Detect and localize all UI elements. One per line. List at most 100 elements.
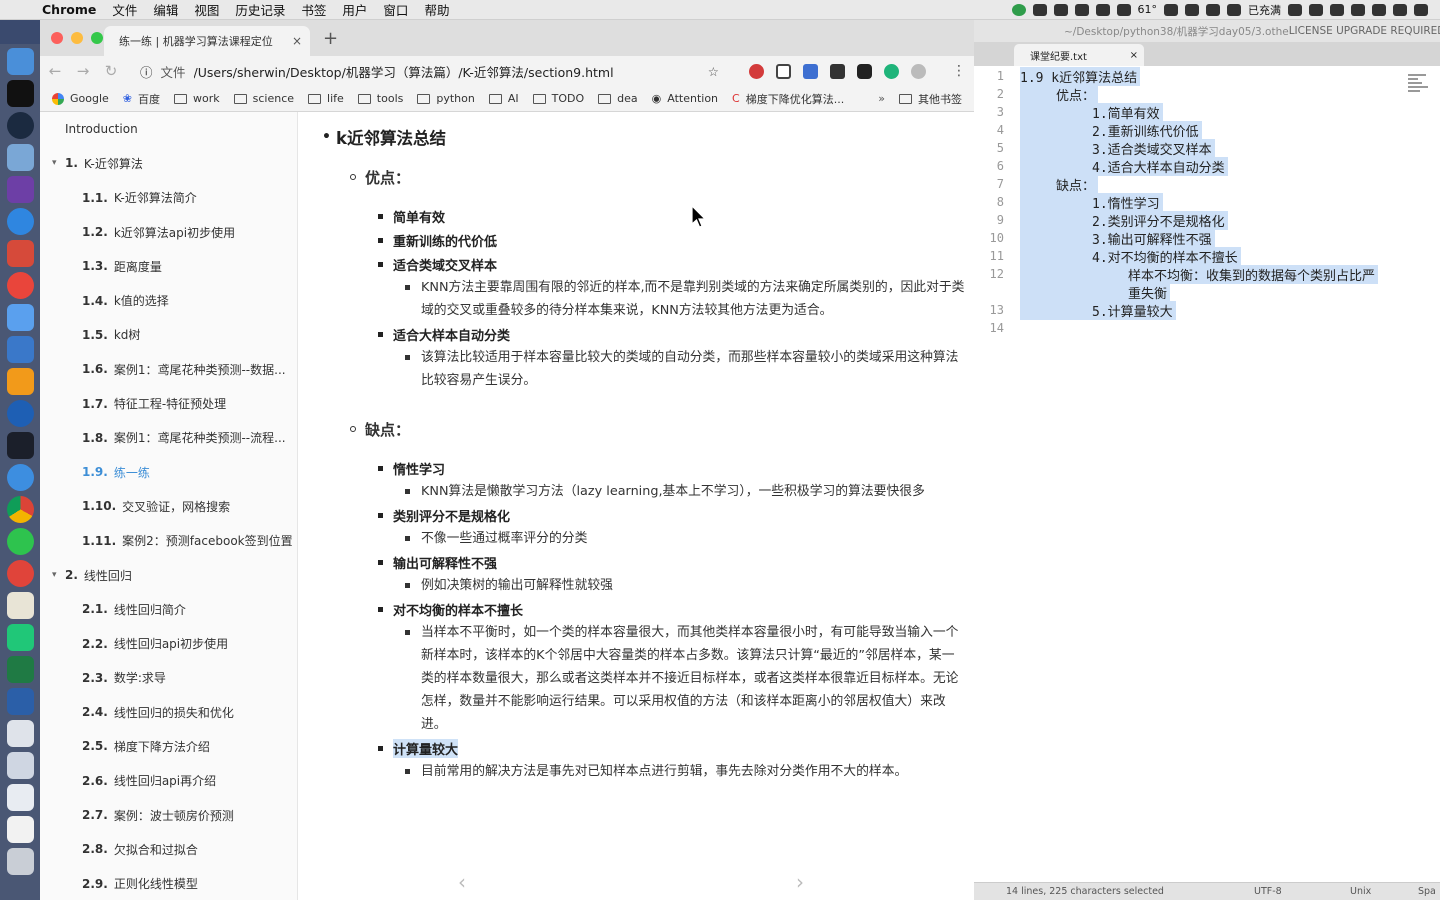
bookmark-status-icon[interactable] bbox=[1185, 3, 1199, 16]
toc-item[interactable]: 1.3. 距离度量 bbox=[40, 249, 297, 283]
activity-monitor-icon[interactable] bbox=[6, 432, 34, 459]
chevron-down-icon[interactable]: ▾ bbox=[52, 570, 65, 580]
safari-icon[interactable] bbox=[6, 464, 34, 491]
screen-capture-icon[interactable] bbox=[6, 752, 34, 779]
toc-item[interactable]: 1.2. k近邻算法api初步使用 bbox=[40, 215, 297, 249]
bookmark-folder-work[interactable]: work bbox=[174, 92, 220, 105]
toc-item[interactable]: 2.3. 数学:求导 bbox=[40, 661, 297, 695]
editor-tab-close-icon[interactable]: × bbox=[1130, 50, 1144, 61]
toc-item[interactable]: 1.8. 案例1：鸢尾花种类预测--流程... bbox=[40, 421, 297, 455]
onenote-icon[interactable] bbox=[6, 176, 34, 203]
x-extension-icon[interactable] bbox=[830, 63, 845, 79]
toc-item[interactable]: 1.11. 案例2：预测facebook签到位置 bbox=[40, 524, 297, 558]
new-tab-button[interactable]: + bbox=[323, 28, 338, 49]
bookmark-baidu[interactable]: ❀ 百度 bbox=[123, 91, 160, 107]
network-meter-icon[interactable] bbox=[1164, 3, 1178, 16]
bookmark-folder-tools[interactable]: tools bbox=[357, 92, 403, 105]
toc-chapter[interactable]: ▾ 1. K-近邻算法 bbox=[40, 146, 297, 180]
toc-introduction[interactable]: Introduction bbox=[40, 112, 297, 146]
launchpad-icon[interactable] bbox=[6, 112, 34, 139]
wechat-icon[interactable] bbox=[6, 528, 34, 555]
bookmark-star-icon[interactable]: ☆ bbox=[708, 64, 719, 79]
search-icon[interactable] bbox=[1330, 3, 1344, 16]
finder-icon[interactable] bbox=[6, 48, 34, 75]
chrome-icon[interactable] bbox=[6, 496, 34, 523]
store-extension-icon[interactable] bbox=[857, 63, 872, 79]
toc-item[interactable]: 1.6. 案例1：鸢尾花种类预测--数据... bbox=[40, 352, 297, 386]
volume-icon[interactable] bbox=[1393, 3, 1407, 16]
pycharm-icon[interactable] bbox=[6, 624, 34, 651]
browser-tab[interactable]: 练一练 | 机器学习算法课程定位 × bbox=[104, 26, 310, 56]
minimap[interactable] bbox=[1408, 72, 1430, 100]
sync-icon[interactable] bbox=[1074, 3, 1089, 16]
chevron-down-icon[interactable]: ▾ bbox=[52, 158, 65, 168]
bookmark-extension-icon[interactable] bbox=[776, 63, 791, 79]
send-icon[interactable] bbox=[1116, 3, 1131, 16]
terminal-icon[interactable] bbox=[6, 80, 34, 107]
toc-item[interactable]: 1.9. 练一练 bbox=[40, 455, 297, 489]
prev-page-icon[interactable]: ‹ bbox=[458, 870, 466, 894]
notification-center-icon[interactable] bbox=[1414, 3, 1428, 16]
keyboard-icon[interactable] bbox=[1309, 3, 1323, 16]
url-text[interactable]: /Users/sherwin/Desktop/机器学习（算法篇）/K-近邻算法/… bbox=[194, 62, 700, 81]
word-icon[interactable] bbox=[6, 688, 34, 715]
address-bar[interactable]: ⓘ 文件 /Users/sherwin/Desktop/机器学习（算法篇）/K-… bbox=[132, 59, 727, 83]
app-status-icon[interactable] bbox=[1032, 3, 1047, 16]
menu-view[interactable]: 视图 bbox=[186, 0, 227, 19]
toc-item[interactable]: 1.5. kd树 bbox=[40, 318, 297, 352]
notes-icon[interactable] bbox=[6, 592, 34, 619]
menu-user[interactable]: 用户 bbox=[334, 0, 375, 19]
next-page-icon[interactable]: › bbox=[796, 870, 804, 894]
toc-item[interactable]: 2.8. 欠拟合和过拟合 bbox=[40, 832, 297, 866]
close-window-icon[interactable] bbox=[51, 32, 63, 44]
menu-history[interactable]: 历史记录 bbox=[227, 0, 293, 19]
menu-window[interactable]: 窗口 bbox=[375, 0, 416, 19]
toc-chapter[interactable]: ▾ 2. 线性回归 bbox=[40, 558, 297, 592]
editor-tab[interactable]: 课堂纪要.txt × bbox=[1014, 44, 1144, 66]
upload-icon[interactable] bbox=[1011, 3, 1026, 16]
profile-avatar[interactable] bbox=[911, 63, 926, 79]
browser-icon[interactable] bbox=[6, 208, 34, 235]
menu-help[interactable]: 帮助 bbox=[416, 0, 457, 19]
monitor-icon[interactable] bbox=[1206, 3, 1220, 16]
bookmark-google[interactable]: Google bbox=[52, 92, 109, 105]
toc-item[interactable]: 2.1. 线性回归简介 bbox=[40, 592, 297, 626]
siri-icon[interactable] bbox=[1351, 3, 1365, 16]
preview-icon[interactable] bbox=[6, 144, 34, 171]
line-endings-status[interactable]: Unix bbox=[1350, 886, 1371, 897]
forward-icon[interactable]: → bbox=[76, 62, 90, 80]
toc-item[interactable]: 1.10. 交叉验证，网格搜索 bbox=[40, 489, 297, 523]
toc-item[interactable]: 2.6. 线性回归api再介绍 bbox=[40, 764, 297, 798]
trash-icon[interactable] bbox=[6, 848, 34, 875]
toc-item[interactable]: 1.1. K-近邻算法简介 bbox=[40, 181, 297, 215]
quicktime-icon[interactable] bbox=[6, 400, 34, 427]
bookmark-folder-science[interactable]: science bbox=[233, 92, 294, 105]
app-screen-icon[interactable] bbox=[6, 336, 34, 363]
zoom-window-icon[interactable] bbox=[91, 32, 103, 44]
menu-bookmarks[interactable]: 书签 bbox=[293, 0, 334, 19]
syntax-status[interactable]: Spa bbox=[1418, 886, 1436, 897]
wechat-status-icon[interactable] bbox=[1288, 3, 1302, 16]
battery-status[interactable]: 已充满 bbox=[1248, 2, 1281, 18]
menu-edit[interactable]: 编辑 bbox=[145, 0, 186, 19]
bookmark-folder-dea[interactable]: dea bbox=[598, 92, 638, 105]
window-icon[interactable] bbox=[6, 784, 34, 811]
encoding-status[interactable]: UTF-8 bbox=[1254, 886, 1282, 897]
wifi-icon[interactable] bbox=[1372, 3, 1386, 16]
toc-item[interactable]: 2.4. 线性回归的损失和优化 bbox=[40, 695, 297, 729]
tab-close-icon[interactable]: × bbox=[292, 34, 302, 48]
reload-icon[interactable]: ↻ bbox=[104, 62, 118, 80]
chrome-menu-icon[interactable]: ⋮ bbox=[952, 63, 966, 79]
bookmark-folder-python[interactable]: python bbox=[417, 92, 475, 105]
license-notice[interactable]: LICENSE UPGRADE REQUIRED bbox=[1289, 25, 1440, 37]
toc-item[interactable]: 1.7. 特征工程-特征预处理 bbox=[40, 386, 297, 420]
toc-item[interactable]: 2.5. 梯度下降方法介绍 bbox=[40, 729, 297, 763]
back-icon[interactable]: ← bbox=[48, 62, 62, 80]
weibo-icon[interactable] bbox=[6, 272, 34, 299]
other-bookmarks[interactable]: 其他书签 bbox=[899, 91, 962, 107]
document-icon[interactable] bbox=[6, 720, 34, 747]
grid-icon[interactable] bbox=[1095, 3, 1110, 16]
app-red-icon[interactable] bbox=[6, 240, 34, 267]
weibo-client-icon[interactable] bbox=[6, 560, 34, 587]
toc-item[interactable]: 2.2. 线性回归api初步使用 bbox=[40, 626, 297, 660]
